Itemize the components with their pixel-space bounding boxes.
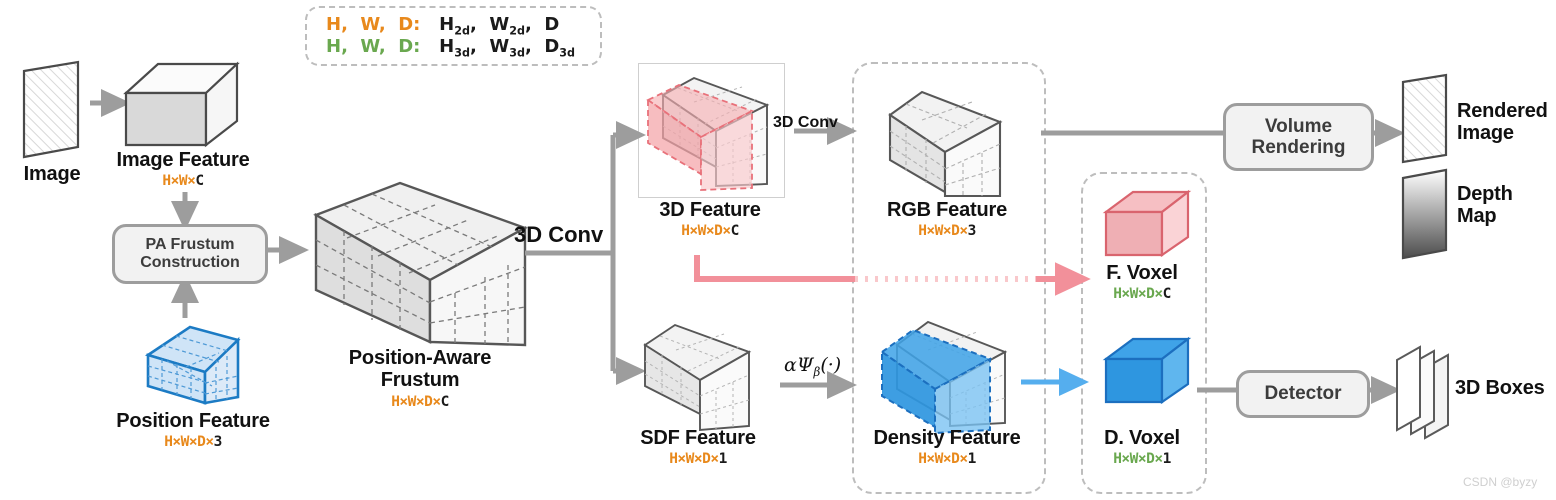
f-voxel-dim: H×W×D×C xyxy=(1082,286,1202,302)
depth-map-line1: Depth xyxy=(1457,183,1513,205)
d-voxel-label: D. Voxel xyxy=(1104,427,1180,449)
sdf-transform-text: αΨ xyxy=(784,354,814,376)
rendered-image-caption: Rendered Image xyxy=(1457,100,1556,145)
feature-3d-dim-hwd: H×W×D× xyxy=(681,223,731,240)
image-feature-label: Image Feature xyxy=(116,149,250,171)
image-feature-dim-tail: C xyxy=(195,173,204,190)
conv-branch-label: 3D Conv xyxy=(773,114,838,132)
density-feature-shape xyxy=(880,320,1008,435)
image-feature-cuboid xyxy=(123,61,240,148)
rgb-feature-dim-hwd: H×W×D× xyxy=(918,223,968,240)
rendered-image-line1: Rendered xyxy=(1457,100,1548,122)
image-caption: Image xyxy=(0,163,104,185)
image-glyph xyxy=(22,60,80,159)
pa-frustum-out-dim: H×W×D×C xyxy=(330,394,510,410)
density-feature-caption: Density Feature H×W×D×1 xyxy=(848,427,1046,468)
density-feature-dim: H×W×D×1 xyxy=(848,451,1046,467)
position-feature-dim-tail: 3 xyxy=(213,434,223,451)
boxes-3d-label: 3D Boxes xyxy=(1455,377,1545,399)
f-voxel-dim-hwd: H×W×D× xyxy=(1113,286,1163,303)
image-feature-dim: H×W×C xyxy=(96,173,270,189)
rgb-feature-shape xyxy=(888,90,1003,198)
f-voxel-cuboid xyxy=(1102,189,1192,258)
rgb-feature-caption: RGB Feature H×W×D×3 xyxy=(855,199,1039,240)
depth-map-glyph xyxy=(1401,168,1448,260)
f-voxel-caption: F. Voxel H×W×D×C xyxy=(1082,262,1202,303)
sdf-feature-dim-tail: 1 xyxy=(718,451,728,468)
position-feature-caption: Position Feature H×W×D×3 xyxy=(98,410,288,451)
sdf-feature-label: SDF Feature xyxy=(640,427,756,449)
d-voxel-dim-hwd: H×W×D× xyxy=(1113,451,1163,468)
d-voxel-caption: D. Voxel H×W×D×1 xyxy=(1082,427,1202,468)
diagram-canvas: H, W, D: H2d, W2d, D H, W, D: H3d, W3d, … xyxy=(0,0,1556,500)
sdf-transform-tail: (·) xyxy=(820,354,842,376)
volume-rendering-node[interactable]: Volume Rendering xyxy=(1223,103,1374,171)
sdf-feature-dim: H×W×D×1 xyxy=(608,451,788,467)
pa-frustum-line1: PA Frustum xyxy=(145,236,235,254)
depth-map-caption: Depth Map xyxy=(1457,183,1556,228)
d-voxel-dim: H×W×D×1 xyxy=(1082,451,1202,467)
d-voxel-cuboid xyxy=(1102,336,1192,405)
sdf-transform-label: αΨβ(·) xyxy=(784,354,841,379)
density-feature-dim-tail: 1 xyxy=(967,451,977,468)
feature-3d-shape xyxy=(646,76,770,191)
conv-main-label: 3D Conv xyxy=(514,222,603,248)
depth-map-line2: Map xyxy=(1457,205,1497,228)
position-feature-dim-hwd: H×W×D× xyxy=(164,434,214,451)
pa-frustum-out-line1: Position-Aware xyxy=(348,347,492,369)
branch-3dconv-arrows xyxy=(525,135,616,371)
volume-rendering-line2: Rendering xyxy=(1251,137,1346,158)
detector-label: Detector xyxy=(1264,383,1342,405)
sdf-feature-shape xyxy=(643,323,752,432)
image-label: Image xyxy=(23,163,81,185)
boxes-3d-glyph xyxy=(1396,345,1449,440)
position-aware-frustum-shape xyxy=(313,181,528,347)
rgb-feature-dim-tail: 3 xyxy=(967,223,977,240)
sdf-feature-caption: SDF Feature H×W×D×1 xyxy=(608,427,788,468)
rgb-feature-dim: H×W×D×3 xyxy=(855,223,1039,239)
pa-frustum-out-dim-hwd: H×W×D× xyxy=(391,393,441,410)
feature-3d-dim-tail: C xyxy=(730,223,740,240)
position-aware-frustum-caption: Position-Aware Frustum H×W×D×C xyxy=(330,347,510,410)
feature-3d-caption: 3D Feature H×W×D×C xyxy=(620,199,800,240)
f-voxel-label: F. Voxel xyxy=(1106,262,1178,284)
feature-3d-dim: H×W×D×C xyxy=(620,223,800,239)
path-3dfeature-to-fvoxel xyxy=(694,255,1091,296)
density-feature-dim-hwd: H×W×D× xyxy=(918,451,968,468)
rgb-feature-label: RGB Feature xyxy=(886,199,1008,221)
d-voxel-dim-tail: 1 xyxy=(1162,451,1172,468)
rendered-image-line2: Image xyxy=(1457,122,1514,145)
density-feature-label: Density Feature xyxy=(873,427,1021,449)
pa-frustum-out-dim-tail: C xyxy=(440,393,450,410)
volume-rendering-line1: Volume xyxy=(1264,115,1333,137)
f-voxel-dim-tail: C xyxy=(1162,286,1172,303)
image-feature-dim-hwd: H×W× xyxy=(162,173,196,190)
conv-branch-text: 3D Conv xyxy=(773,114,838,131)
sdf-feature-dim-hwd: H×W×D× xyxy=(669,451,719,468)
pa-frustum-line2: Construction xyxy=(140,254,240,271)
rendered-image-glyph xyxy=(1401,73,1448,164)
conv-main-text: 3D Conv xyxy=(514,222,604,247)
pa-frustum-out-line2: Frustum xyxy=(380,369,460,392)
watermark: CSDN @byzy xyxy=(1463,475,1538,489)
position-feature-dim: H×W×D×3 xyxy=(98,434,288,450)
position-feature-label: Position Feature xyxy=(116,410,270,432)
feature-3d-label: 3D Feature xyxy=(659,199,761,221)
pa-frustum-construction-node[interactable]: PA Frustum Construction xyxy=(112,224,268,284)
position-feature-frustum xyxy=(144,325,241,405)
detector-node[interactable]: Detector xyxy=(1236,370,1370,418)
image-feature-caption: Image Feature H×W×C xyxy=(96,149,270,190)
boxes-3d-caption: 3D Boxes xyxy=(1455,377,1556,399)
